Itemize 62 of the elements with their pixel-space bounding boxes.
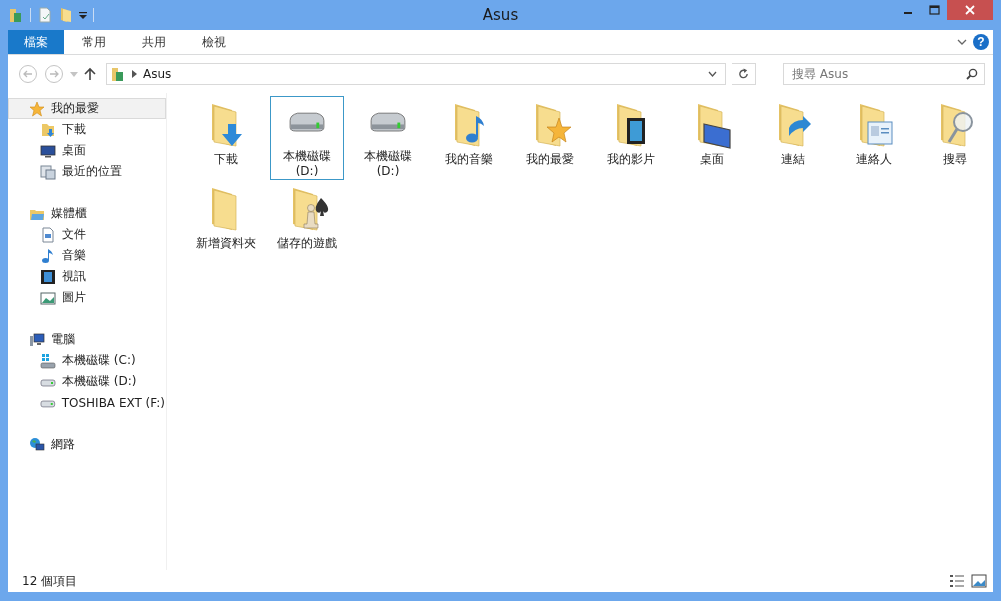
nav-item[interactable]: 電腦: [8, 329, 166, 350]
ribbon-tab[interactable]: 共用: [124, 30, 184, 54]
refresh-icon: [738, 68, 749, 80]
nav-item[interactable]: 桌面: [8, 140, 166, 161]
nav-item[interactable]: 音樂: [8, 245, 166, 266]
close-button[interactable]: [947, 0, 993, 20]
music-icon: [40, 247, 56, 264]
close-icon: [965, 5, 975, 15]
favorites-icon: [29, 100, 45, 117]
video-icon: [40, 268, 56, 285]
file-item[interactable]: 本機磁碟 (D:): [351, 96, 425, 180]
file-item[interactable]: 我的最愛: [513, 96, 587, 180]
documents-icon: [40, 226, 56, 243]
system-drive-icon: [40, 352, 56, 369]
ribbon-tab[interactable]: 檔案: [8, 30, 64, 54]
nav-item[interactable]: TOSHIBA EXT (F:): [8, 392, 166, 413]
search-field[interactable]: 搜尋 Asus: [783, 63, 985, 85]
file-item[interactable]: 我的影片: [594, 96, 668, 180]
minimize-icon: [904, 12, 912, 14]
file-item[interactable]: 本機磁碟 (D:): [270, 96, 344, 180]
pictures-icon: [40, 289, 56, 306]
ribbon-tab[interactable]: 常用: [64, 30, 124, 54]
chevron-down-icon[interactable]: [957, 39, 967, 45]
chevron-down-icon[interactable]: [708, 71, 717, 77]
file-item[interactable]: 連絡人: [837, 96, 911, 180]
file-item[interactable]: 我的音樂: [432, 96, 506, 180]
recent-icon: [40, 163, 56, 180]
nav-item[interactable]: 最近的位置: [8, 161, 166, 182]
nav-item[interactable]: 我的最愛: [8, 98, 166, 119]
help-button[interactable]: ?: [973, 34, 989, 50]
nav-item[interactable]: 媒體櫃: [8, 203, 166, 224]
file-item[interactable]: 連結: [756, 96, 830, 180]
search-icon[interactable]: [966, 68, 978, 80]
file-item[interactable]: 新增資料夾: [189, 180, 263, 264]
ribbon-tab[interactable]: 檢視: [184, 30, 244, 54]
file-item[interactable]: 儲存的遊戲: [270, 180, 344, 264]
nav-item[interactable]: 本機磁碟 (C:): [8, 350, 166, 371]
nav-item[interactable]: 圖片: [8, 287, 166, 308]
customize-dropdown-icon[interactable]: [79, 11, 87, 19]
nav-item[interactable]: 視訊: [8, 266, 166, 287]
downloads-icon: [40, 121, 56, 138]
nav-item[interactable]: 網路: [8, 434, 166, 455]
breadcrumb-arrow-icon[interactable]: [132, 70, 137, 78]
large-icons-view-icon[interactable]: [971, 574, 987, 588]
folder-icon: [110, 66, 126, 82]
desktop-icon: [40, 142, 56, 159]
window-title: Asus: [482, 6, 519, 24]
address-bar[interactable]: Asus: [106, 63, 726, 85]
refresh-button[interactable]: [732, 63, 756, 85]
nav-item[interactable]: 下載: [8, 119, 166, 140]
nav-item[interactable]: 文件: [8, 224, 166, 245]
maximize-icon: [928, 5, 940, 15]
computer-icon: [29, 331, 45, 348]
address-path[interactable]: Asus: [143, 67, 702, 81]
details-view-icon[interactable]: [949, 574, 965, 588]
file-item[interactable]: 搜尋: [918, 96, 992, 180]
file-item[interactable]: 桌面: [675, 96, 749, 180]
item-count: 12 個項目: [22, 572, 78, 590]
up-button[interactable]: [84, 67, 96, 81]
network-icon: [29, 436, 45, 453]
nav-item[interactable]: 本機磁碟 (D:): [8, 371, 166, 392]
file-item[interactable]: 下載: [189, 96, 263, 180]
